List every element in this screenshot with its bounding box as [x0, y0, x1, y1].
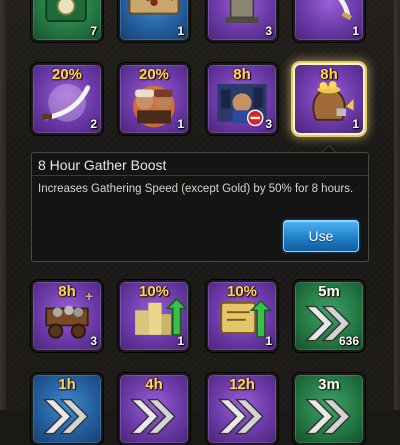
item-count: 7 — [90, 24, 97, 38]
use-button[interactable]: Use — [283, 220, 359, 252]
item-tile-scroll-boost[interactable]: 10% 1 — [206, 280, 278, 352]
boost-value-badge: 1h — [58, 376, 76, 393]
plus-icon: + — [85, 288, 94, 304]
item-row: 20% 2 20% 1 8h 3 8h 1 — [0, 63, 400, 135]
item-tile-treasure-map[interactable]: 1 — [118, 0, 190, 42]
boost-value-badge: 8h — [320, 66, 338, 83]
boost-value-badge: 4h — [145, 376, 163, 393]
boost-value-badge: 20% — [138, 66, 170, 83]
item-title: 8 Hour Gather Boost — [38, 157, 167, 173]
item-tile-upkeep-boost[interactable]: 10% 1 — [118, 280, 190, 352]
item-description: Increases Gathering Speed (except Gold) … — [38, 183, 354, 195]
item-tile-tower-building[interactable]: 3 — [206, 0, 278, 42]
item-count: 1 — [352, 117, 359, 131]
item-tile-speedup-arrows[interactable]: 3m — [293, 373, 365, 445]
item-count: 1 — [177, 24, 184, 38]
boost-value-badge: 8h — [233, 66, 251, 83]
item-count: 2 — [90, 117, 97, 131]
item-tile-warriors-boost[interactable]: 20% 1 — [118, 63, 190, 135]
item-tile-speedup-arrows[interactable]: 5m 636 — [293, 280, 365, 352]
boost-value-badge: 12h — [229, 376, 255, 393]
item-tile-speedup-arrows[interactable]: 1h — [31, 373, 103, 445]
item-tile-speedup-arrows[interactable]: 12h — [206, 373, 278, 445]
item-row: 7 1 3 1 — [0, 0, 400, 42]
item-tile-speedup-arrows[interactable]: 4h — [118, 373, 190, 445]
boost-value-badge: 10% — [138, 283, 170, 300]
item-count: 1 — [177, 117, 184, 131]
item-tile-peace-shield-blocked[interactable]: 8h 3 — [206, 63, 278, 135]
boost-value-badge: 10% — [226, 283, 258, 300]
item-count: 3 — [265, 24, 272, 38]
item-row: 8h +3 10% 1 10% 1 5m 636 — [0, 280, 400, 352]
item-count: 3 — [90, 334, 97, 348]
item-tile-curved-sword-boost[interactable]: 20% 2 — [31, 63, 103, 135]
item-count: 1 — [177, 334, 184, 348]
item-count: 636 — [338, 334, 359, 348]
item-row: 1h 4h 12h 3m — [0, 373, 400, 445]
boost-value-badge: 5m — [318, 283, 340, 300]
item-count: 3 — [265, 117, 272, 131]
item-count: 1 — [352, 24, 359, 38]
item-tile-curved-sword[interactable]: 1 — [293, 0, 365, 42]
item-tile-supply-cart[interactable]: 8h +3 — [31, 280, 103, 352]
item-detail-panel: 8 Hour Gather Boost Increases Gathering … — [31, 152, 369, 262]
boost-value-badge: 20% — [51, 66, 83, 83]
item-count: 1 — [265, 334, 272, 348]
item-tile-gather-boost-sack[interactable]: 8h 1 — [293, 63, 365, 135]
divider — [32, 175, 368, 176]
item-tile-green-shield-chest[interactable]: 7 — [31, 0, 103, 42]
boost-value-badge: 3m — [318, 376, 340, 393]
